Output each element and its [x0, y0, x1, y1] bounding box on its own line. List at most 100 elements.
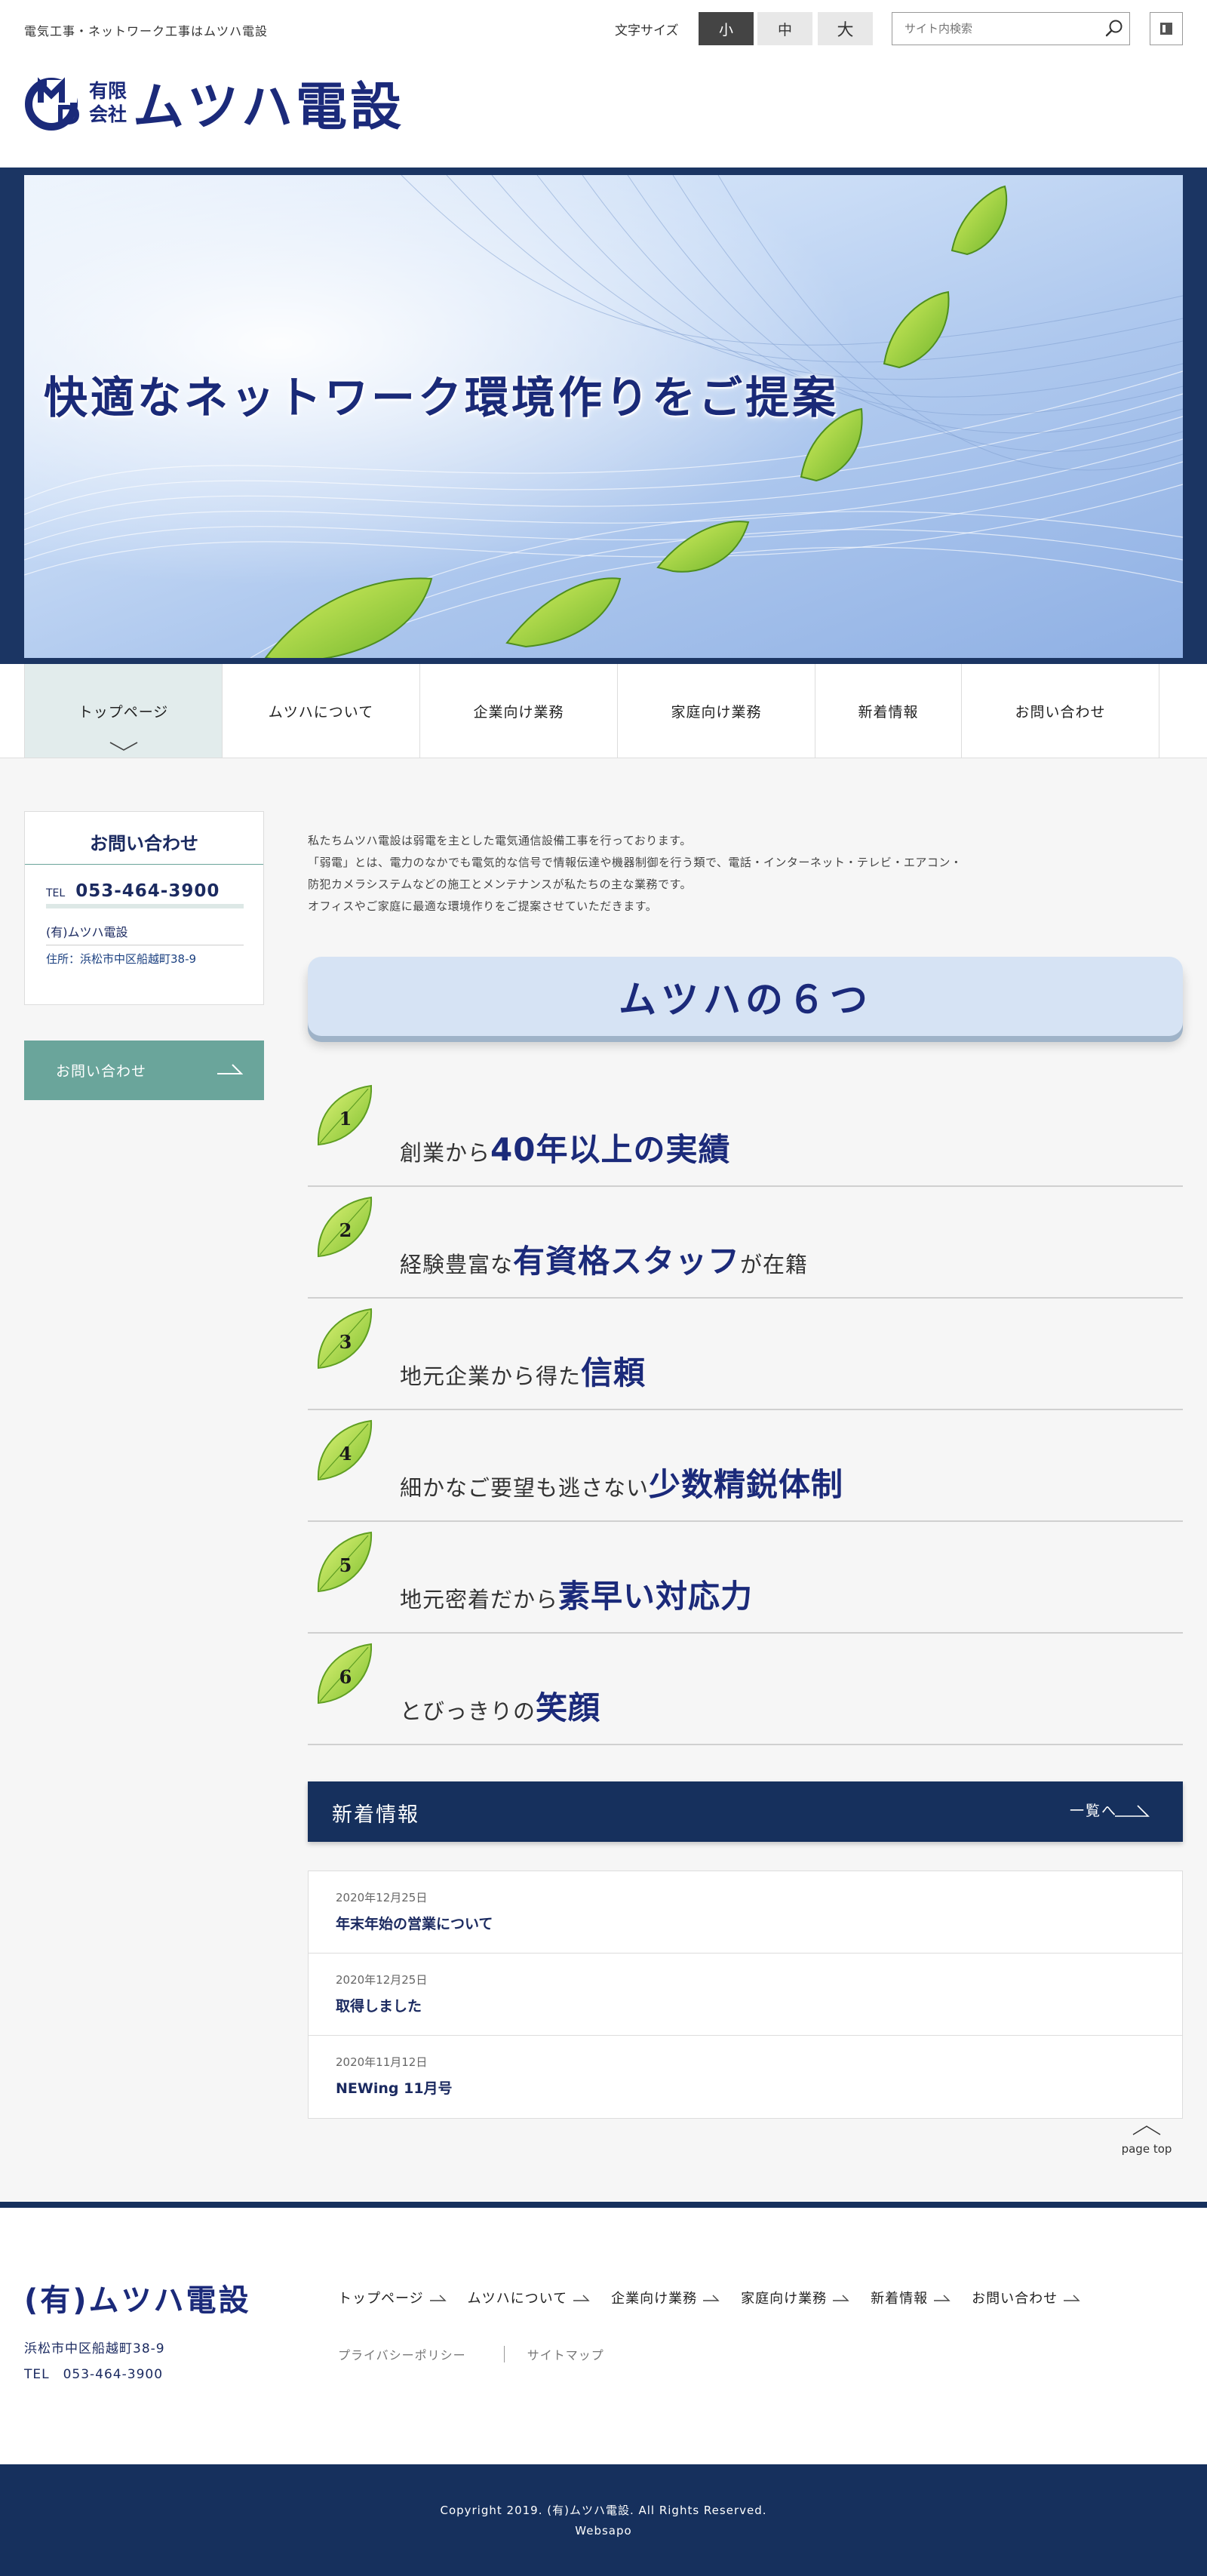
chevron-down-icon [109, 742, 137, 751]
news-item[interactable]: 2020年11月12日 NEWing 11月号 [309, 2036, 1182, 2118]
feature-item: 5 地元密着だから 素早い対応力 [308, 1522, 1183, 1634]
font-size-label: 文字サイズ [615, 23, 679, 38]
arrow-right-icon [703, 2295, 720, 2301]
footer-divider [0, 2202, 1207, 2208]
global-nav: トップページ ムツハについて 企業向け業務 家庭向け業務 新着情報 お問い合わせ [0, 664, 1207, 758]
nav-item-top[interactable]: トップページ [25, 664, 223, 758]
feature-pre: 地元企業から得た [400, 1363, 582, 1389]
news-title: 新着情報 [332, 1803, 419, 1827]
site-tagline: 電気工事・ネットワーク工事はムツハ電設 [24, 24, 269, 38]
feature-text: 細かなご要望も逃さない 少数精鋭体制 [400, 1459, 843, 1505]
feature-highlight: 40年以上の実績 [490, 1131, 731, 1168]
feature-text: 創業から 40年以上の実績 [400, 1124, 730, 1170]
footer-nav-contact[interactable]: お問い合わせ [972, 2288, 1080, 2307]
tel-label: TEL [46, 887, 66, 899]
nav-item-news[interactable]: 新着情報 [815, 664, 962, 758]
feature-highlight: 信頼 [581, 1354, 646, 1391]
tel-underline [46, 904, 244, 908]
leaf-number-icon: 4 [317, 1419, 373, 1481]
news-header: 新着情報 一覧へ [308, 1781, 1183, 1842]
site-logo[interactable]: 有限 会社 ムツハ電設 [24, 65, 404, 140]
feature-item: 6 とびっきりの 笑顔 [308, 1634, 1183, 1745]
footer-nav-news[interactable]: 新着情報 [871, 2288, 951, 2307]
font-size-medium-button[interactable]: 中 [757, 12, 812, 45]
news-headline: NEWing 11月号 [336, 2080, 453, 2097]
news-item[interactable]: 2020年12月25日 取得しました [309, 1954, 1182, 2036]
feature-number: 6 [339, 1666, 352, 1688]
footer-nav-top[interactable]: トップページ [338, 2288, 447, 2307]
feature-item: 2 経験豊富な 有資格スタッフ が在籍 [308, 1187, 1183, 1299]
logo-company-type: 有限 会社 [89, 79, 127, 125]
font-size-small-button[interactable]: 小 [699, 12, 754, 45]
leaf-number-icon: 5 [317, 1531, 373, 1593]
footer-nav: トップページ ムツハについて 企業向け業務 家庭向け業務 新着情報 お問い合わせ [338, 2288, 1101, 2307]
sidebar-contact-button[interactable]: お問い合わせ [24, 1041, 264, 1100]
tel-number[interactable]: 053-464-3900 [75, 881, 220, 901]
feature-pre: 経験豊富な [400, 1252, 514, 1277]
feature-text: 地元密着だから 素早い対応力 [400, 1571, 753, 1617]
site-search [892, 12, 1130, 45]
footer-nav-about[interactable]: ムツハについて [468, 2288, 590, 2307]
footer-sub-links: プライバシーポリシー サイトマップ [338, 2345, 604, 2363]
site-footer: (有)ムツハ電設 浜松市中区船越町38-9 TEL 053-464-3900 ト… [0, 2208, 1207, 2464]
leaf-number-icon: 6 [317, 1643, 373, 1705]
footer-nav-business[interactable]: 企業向け業務 [611, 2288, 720, 2307]
feature-highlight: 少数精鋭体制 [649, 1466, 844, 1503]
feature-number: 2 [339, 1219, 352, 1241]
divider [503, 2346, 505, 2362]
arrow-right-icon [429, 2295, 447, 2301]
menu-icon [1160, 23, 1172, 35]
feature-pre: とびっきりの [400, 1698, 536, 1724]
footer-nav-home[interactable]: 家庭向け業務 [741, 2288, 849, 2307]
nav-item-business[interactable]: 企業向け業務 [420, 664, 618, 758]
chevron-up-icon [1132, 2126, 1161, 2135]
news-all-link[interactable]: 一覧へ [1070, 1800, 1117, 1820]
feature-highlight: 有資格スタッフ [513, 1243, 741, 1280]
arrow-right-icon [217, 1064, 243, 1074]
feature-highlight: 素早い対応力 [558, 1578, 754, 1615]
privacy-policy-link[interactable]: プライバシーポリシー [338, 2345, 466, 2363]
hero-section: 快適なネットワーク環境作りをご提案 [0, 168, 1207, 664]
news-date: 2020年11月12日 [336, 2055, 428, 2069]
menu-button[interactable] [1150, 12, 1183, 45]
footer-address: 浜松市中区船越町38-9 [24, 2341, 165, 2356]
feature-highlight: 笑顔 [536, 1689, 601, 1726]
site-header: 電気工事・ネットワーク工事はムツハ電設 有限 会社 ムツハ電設 文字サイズ 小 … [0, 0, 1207, 168]
news-headline: 年末年始の営業について [336, 1916, 493, 1932]
search-icon[interactable] [1099, 14, 1129, 44]
hero-caption: 快適なネットワーク環境作りをご提案 [44, 372, 840, 423]
feature-text: 経験豊富な 有資格スタッフ が在籍 [400, 1236, 808, 1282]
websapo-credit[interactable]: Websapo [0, 2524, 1207, 2538]
feature-post: が在籍 [740, 1252, 809, 1277]
feature-number: 4 [339, 1443, 352, 1465]
sitemap-link[interactable]: サイトマップ [527, 2345, 604, 2363]
feature-number: 3 [339, 1331, 352, 1353]
arrow-right-icon [573, 2295, 590, 2301]
nav-item-about[interactable]: ムツハについて [223, 664, 420, 758]
copyright-text: Copyright 2019. (有)ムツハ電設. All Rights Res… [440, 2504, 767, 2517]
leaf-number-icon: 3 [317, 1308, 373, 1369]
arrow-right-icon [1064, 2295, 1080, 2301]
page-top-button[interactable]: page top [1109, 2124, 1184, 2156]
six-points-heading: ムツハの６つ [308, 957, 1183, 1036]
feature-pre: 地元密着だから [400, 1587, 559, 1612]
feature-pre: 細かなご要望も逃さない [400, 1475, 650, 1501]
feature-number: 1 [339, 1108, 352, 1130]
news-list: 2020年12月25日 年末年始の営業について 2020年12月25日 取得しま… [308, 1871, 1183, 2119]
page-top-label: page top [1121, 2142, 1172, 2156]
news-date: 2020年12月25日 [336, 1891, 428, 1904]
feature-item: 1 創業から 40年以上の実績 [308, 1075, 1183, 1187]
feature-item: 4 細かなご要望も逃さない 少数精鋭体制 [308, 1410, 1183, 1522]
sidebar-company-name: (有)ムツハ電設 [46, 925, 128, 939]
font-size-large-button[interactable]: 大 [818, 12, 873, 45]
sidebar-contact-box: お問い合わせ TEL 053-464-3900 (有)ムツハ電設 住所：浜松市中… [24, 811, 264, 1005]
footer-tel[interactable]: TEL 053-464-3900 [24, 2363, 163, 2382]
arrow-right-icon [1115, 1805, 1150, 1817]
search-input[interactable] [892, 13, 1099, 45]
news-item[interactable]: 2020年12月25日 年末年始の営業について [309, 1871, 1182, 1954]
sidebar-address: 住所：浜松市中区船越町38-9 [46, 952, 197, 966]
nav-item-home[interactable]: 家庭向け業務 [618, 664, 815, 758]
leaf-number-icon: 2 [317, 1196, 373, 1258]
hero-banner: 快適なネットワーク環境作りをご提案 [24, 175, 1183, 658]
nav-item-contact[interactable]: お問い合わせ [962, 664, 1159, 758]
